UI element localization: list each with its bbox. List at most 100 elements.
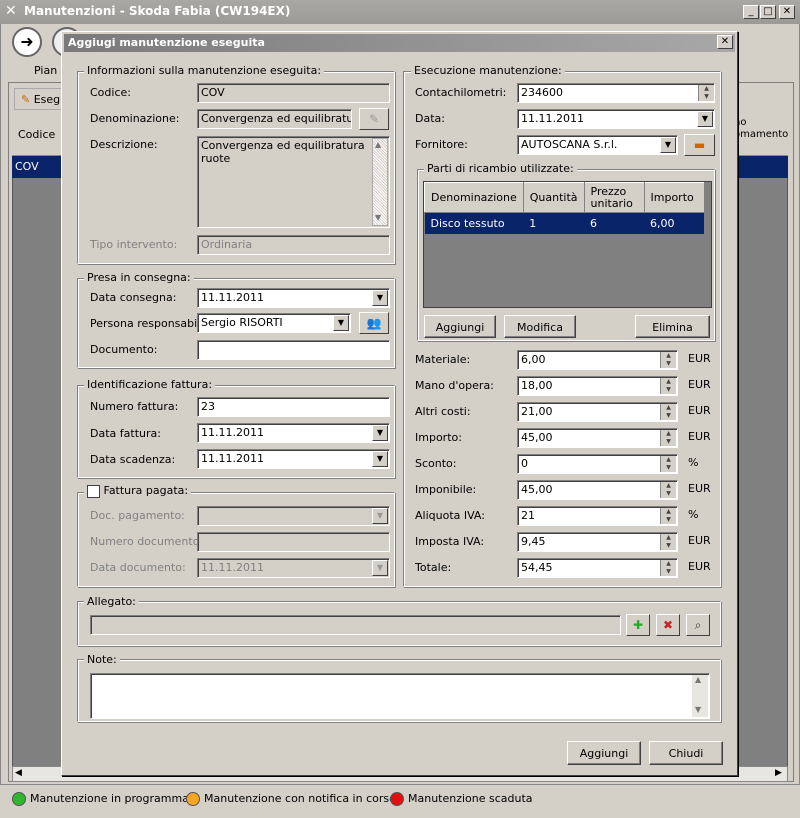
- note-scrollbar[interactable]: ▲ ▼: [692, 675, 708, 717]
- search-attachment-icon[interactable]: ⌕: [686, 614, 710, 636]
- parti-edit-button[interactable]: Modifica: [504, 315, 576, 338]
- dialog-title: Aggiugi manutenzione eseguita: [68, 36, 265, 49]
- km-field[interactable]: 234600: [517, 83, 715, 103]
- cost-spinner[interactable]: ▲ ▼: [660, 508, 676, 524]
- pagata-legend-wrap: Fattura pagata:: [84, 484, 192, 498]
- note-field[interactable]: [90, 673, 710, 719]
- minimize-button[interactable]: _: [743, 5, 759, 19]
- parti-col-quantita[interactable]: Quantità: [522, 182, 585, 213]
- scroll-down-icon[interactable]: ▼: [375, 213, 381, 222]
- col-last[interactable]: no omamento: [734, 117, 788, 141]
- data-fattura-dropdown-icon[interactable]: ▼: [372, 425, 388, 441]
- allegato-legend: Allegato:: [84, 595, 139, 608]
- ok-button[interactable]: Aggiungi: [567, 741, 641, 765]
- note-legend: Note:: [84, 653, 120, 666]
- km-label: Contachilometri:: [415, 86, 507, 99]
- codice-label: Codice:: [90, 86, 131, 99]
- cancel-button[interactable]: Chiudi: [649, 741, 723, 765]
- cost-unit: %: [688, 456, 699, 469]
- execute-button[interactable]: ✎ Eseg: [14, 88, 68, 110]
- execute-label: Eseg: [33, 93, 61, 106]
- note-scroll-down-icon[interactable]: ▼: [695, 705, 701, 714]
- cost-unit: %: [688, 508, 699, 521]
- fornitore-dropdown-icon[interactable]: ▼: [660, 137, 676, 153]
- scroll-left-icon[interactable]: ◀: [15, 768, 22, 778]
- orange-dot-icon: [186, 792, 200, 806]
- fornitore-label: Fornitore:: [415, 138, 468, 151]
- note-scroll-up-icon[interactable]: ▲: [695, 675, 701, 684]
- parti-cell: 6,00: [644, 212, 704, 234]
- denominazione-field[interactable]: Convergenza ed equilibratura: [197, 109, 352, 129]
- users-icon[interactable]: 👥: [359, 312, 389, 334]
- cost-spinner[interactable]: ▲ ▼: [660, 534, 676, 550]
- legend-scheduled: Manutenzione in programma: [12, 792, 189, 806]
- parti-col-importo[interactable]: Importo: [643, 182, 705, 213]
- legend-notice: Manutenzione con notifica in corso: [186, 792, 396, 806]
- col-codice[interactable]: Codice: [18, 128, 55, 141]
- data-consegna-field[interactable]: 11.11.2011: [197, 288, 390, 308]
- descrizione-field[interactable]: Convergenza ed equilibratura ruote: [197, 136, 390, 228]
- maximize-button[interactable]: □: [760, 5, 776, 19]
- parti-delete-button[interactable]: Elimina: [635, 315, 710, 338]
- dialog-close-button[interactable]: ✕: [717, 35, 733, 49]
- km-spinner[interactable]: ▲ ▼: [698, 85, 714, 101]
- tab-plan[interactable]: Pian: [34, 64, 57, 77]
- cost-field[interactable]: 18,00: [517, 376, 678, 396]
- delete-attachment-icon[interactable]: ✖: [656, 614, 680, 636]
- fornitore-field[interactable]: AUTOSCANA S.r.l.: [517, 135, 678, 155]
- add-attachment-icon[interactable]: ✚: [626, 614, 650, 636]
- scroll-right-icon[interactable]: ▶: [775, 768, 782, 778]
- main-title-bar: Manutenzioni - Skoda Fabia (CW194EX): [0, 0, 800, 24]
- cost-field[interactable]: 9,45: [517, 532, 678, 552]
- row-code: COV: [15, 160, 39, 173]
- cost-spinner[interactable]: ▲ ▼: [660, 378, 676, 394]
- close-main-button[interactable]: ✕: [779, 5, 795, 19]
- cost-spinner[interactable]: ▲ ▼: [660, 482, 676, 498]
- scroll-up-icon[interactable]: ▲: [375, 140, 381, 149]
- data-documento-field: 11.11.2011: [197, 558, 390, 578]
- data-consegna-dropdown-icon[interactable]: ▼: [372, 290, 388, 306]
- pencil-icon: ✎: [21, 93, 31, 106]
- cost-field[interactable]: 21: [517, 506, 678, 526]
- cost-label: Importo:: [415, 431, 462, 444]
- persona-dropdown-icon[interactable]: ▼: [333, 315, 349, 331]
- data-dropdown-icon[interactable]: ▼: [697, 111, 713, 127]
- data-scadenza-field[interactable]: 11.11.2011: [197, 449, 390, 469]
- cost-spinner[interactable]: ▲ ▼: [660, 352, 676, 368]
- legend-expired: Manutenzione scaduta: [390, 792, 533, 806]
- data-scadenza-dropdown-icon[interactable]: ▼: [372, 451, 388, 467]
- cost-label: Altri costi:: [415, 405, 471, 418]
- edit-denominazione-button[interactable]: ✎: [359, 108, 389, 130]
- parti-col-prezzo[interactable]: Prezzo unitario: [583, 182, 645, 213]
- info-legend: Informazioni sulla manutenzione eseguita…: [84, 64, 325, 77]
- cost-spinner[interactable]: ▲ ▼: [660, 456, 676, 472]
- cost-spinner[interactable]: ▲ ▼: [660, 430, 676, 446]
- cost-field[interactable]: 45,00: [517, 480, 678, 500]
- data-label: Data:: [415, 112, 445, 125]
- pagata-legend: Fattura pagata:: [103, 484, 189, 497]
- documento-field[interactable]: [197, 340, 390, 360]
- cost-field[interactable]: 21,00: [517, 402, 678, 422]
- persona-field[interactable]: Sergio RISORTI: [197, 313, 351, 333]
- parti-col-denominazione[interactable]: Denominazione: [424, 182, 524, 213]
- cost-spinner[interactable]: ▲ ▼: [660, 560, 676, 576]
- parti-add-button[interactable]: Aggiungi: [424, 315, 496, 338]
- tipo-field: Ordinaria: [197, 235, 390, 255]
- doc-pagamento-dropdown-icon: ▼: [372, 508, 388, 524]
- cost-field[interactable]: 54,45: [517, 558, 678, 578]
- fornitore-list-icon[interactable]: ▬: [684, 134, 715, 156]
- cost-field[interactable]: 45,00: [517, 428, 678, 448]
- cost-label: Imposta IVA:: [415, 535, 485, 548]
- exit-button[interactable]: ➜: [12, 27, 42, 57]
- numero-fattura-field[interactable]: 23: [197, 397, 390, 417]
- codice-field[interactable]: COV: [197, 83, 390, 103]
- cost-spinner[interactable]: ▲ ▼: [660, 404, 676, 420]
- data-fattura-field[interactable]: 11.11.2011: [197, 423, 390, 443]
- data-field[interactable]: 11.11.2011: [517, 109, 715, 129]
- cost-field[interactable]: 0: [517, 454, 678, 474]
- descrizione-scrollbar[interactable]: ▲ ▼: [372, 138, 388, 226]
- pagata-checkbox[interactable]: [87, 484, 100, 498]
- documento-label: Documento:: [90, 343, 158, 356]
- parti-row[interactable]: Disco tessuto 1 6 6,00: [424, 212, 704, 234]
- cost-field[interactable]: 6,00: [517, 350, 678, 370]
